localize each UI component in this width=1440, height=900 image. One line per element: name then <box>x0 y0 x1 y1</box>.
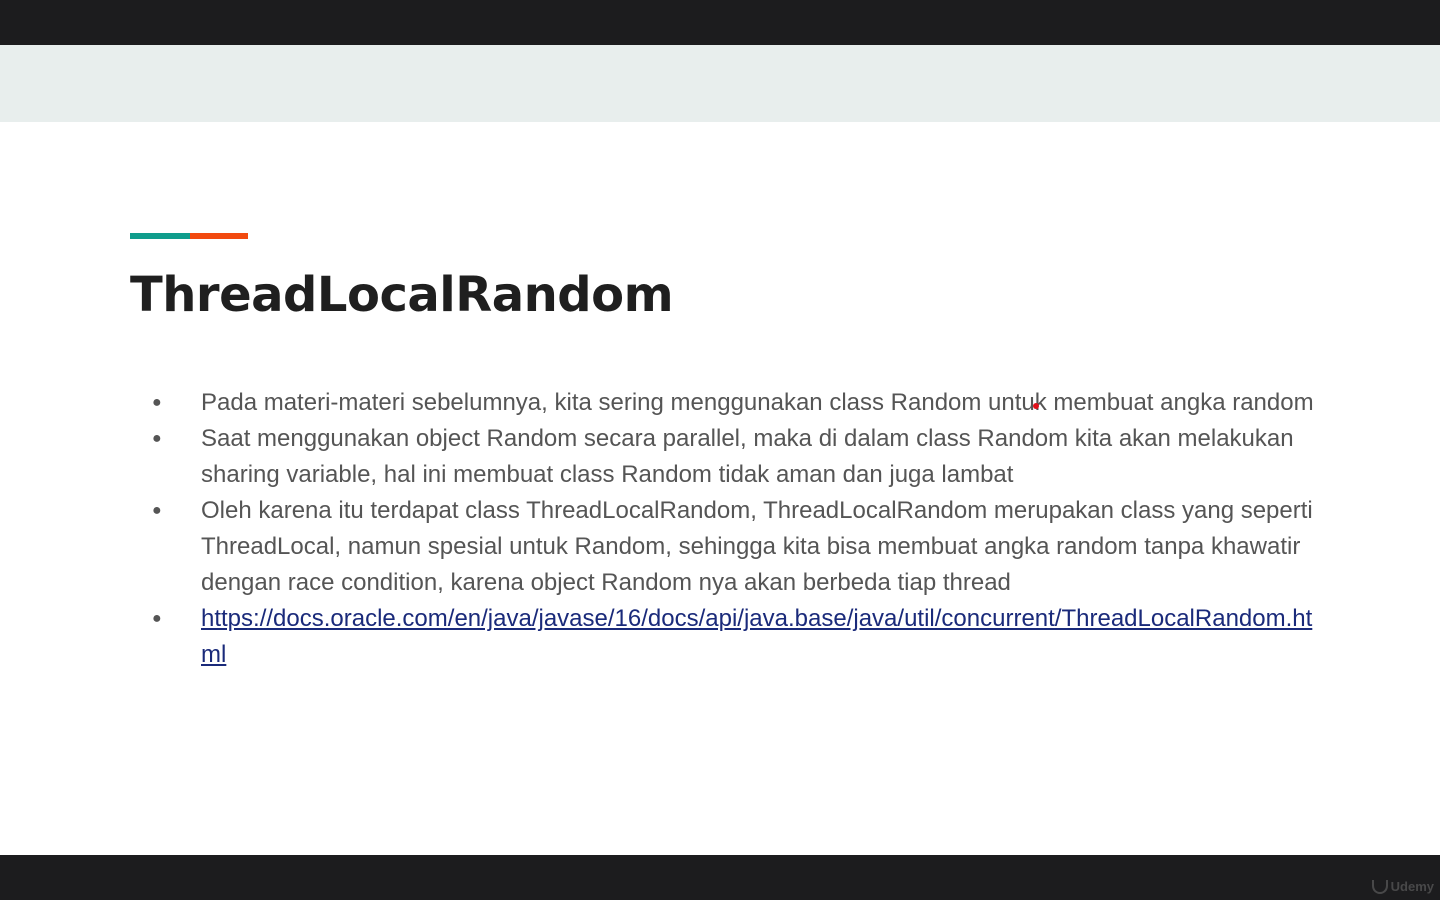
docs-link[interactable]: https://docs.oracle.com/en/java/javase/1… <box>201 605 1312 668</box>
slide-title: ThreadLocalRandom <box>130 267 674 323</box>
watermark-label: Udemy <box>1390 879 1434 894</box>
bullet-dot-icon: ● <box>152 610 162 627</box>
title-accent-line <box>130 233 248 239</box>
video-frame: ThreadLocalRandom ● Pada materi-materi s… <box>0 0 1440 900</box>
presentation-slide: ThreadLocalRandom ● Pada materi-materi s… <box>0 45 1440 855</box>
bullet-list: ● Pada materi-materi sebelumnya, kita se… <box>150 385 1320 673</box>
letterbox-top <box>0 0 1440 45</box>
bullet-text: Oleh karena itu terdapat class ThreadLoc… <box>201 497 1313 596</box>
udemy-logo-icon <box>1371 879 1388 894</box>
accent-orange-segment <box>190 233 248 239</box>
accent-teal-segment <box>130 233 190 239</box>
bullet-text: Saat menggunakan object Random secara pa… <box>201 425 1294 488</box>
letterbox-bottom <box>0 855 1440 900</box>
bullet-item: ● https://docs.oracle.com/en/java/javase… <box>150 601 1320 673</box>
bullet-text: Pada materi-materi sebelumnya, kita seri… <box>201 389 1314 416</box>
bullet-dot-icon: ● <box>152 394 162 411</box>
bullet-item: ● Saat menggunakan object Random secara … <box>150 421 1320 493</box>
bullet-item: ● Oleh karena itu terdapat class ThreadL… <box>150 493 1320 601</box>
udemy-watermark: Udemy <box>1371 879 1434 894</box>
bullet-dot-icon: ● <box>152 502 162 519</box>
slide-header-band <box>0 45 1440 122</box>
bullet-dot-icon: ● <box>152 430 162 447</box>
laser-pointer-dot <box>1033 403 1039 409</box>
bullet-item: ● Pada materi-materi sebelumnya, kita se… <box>150 385 1320 421</box>
